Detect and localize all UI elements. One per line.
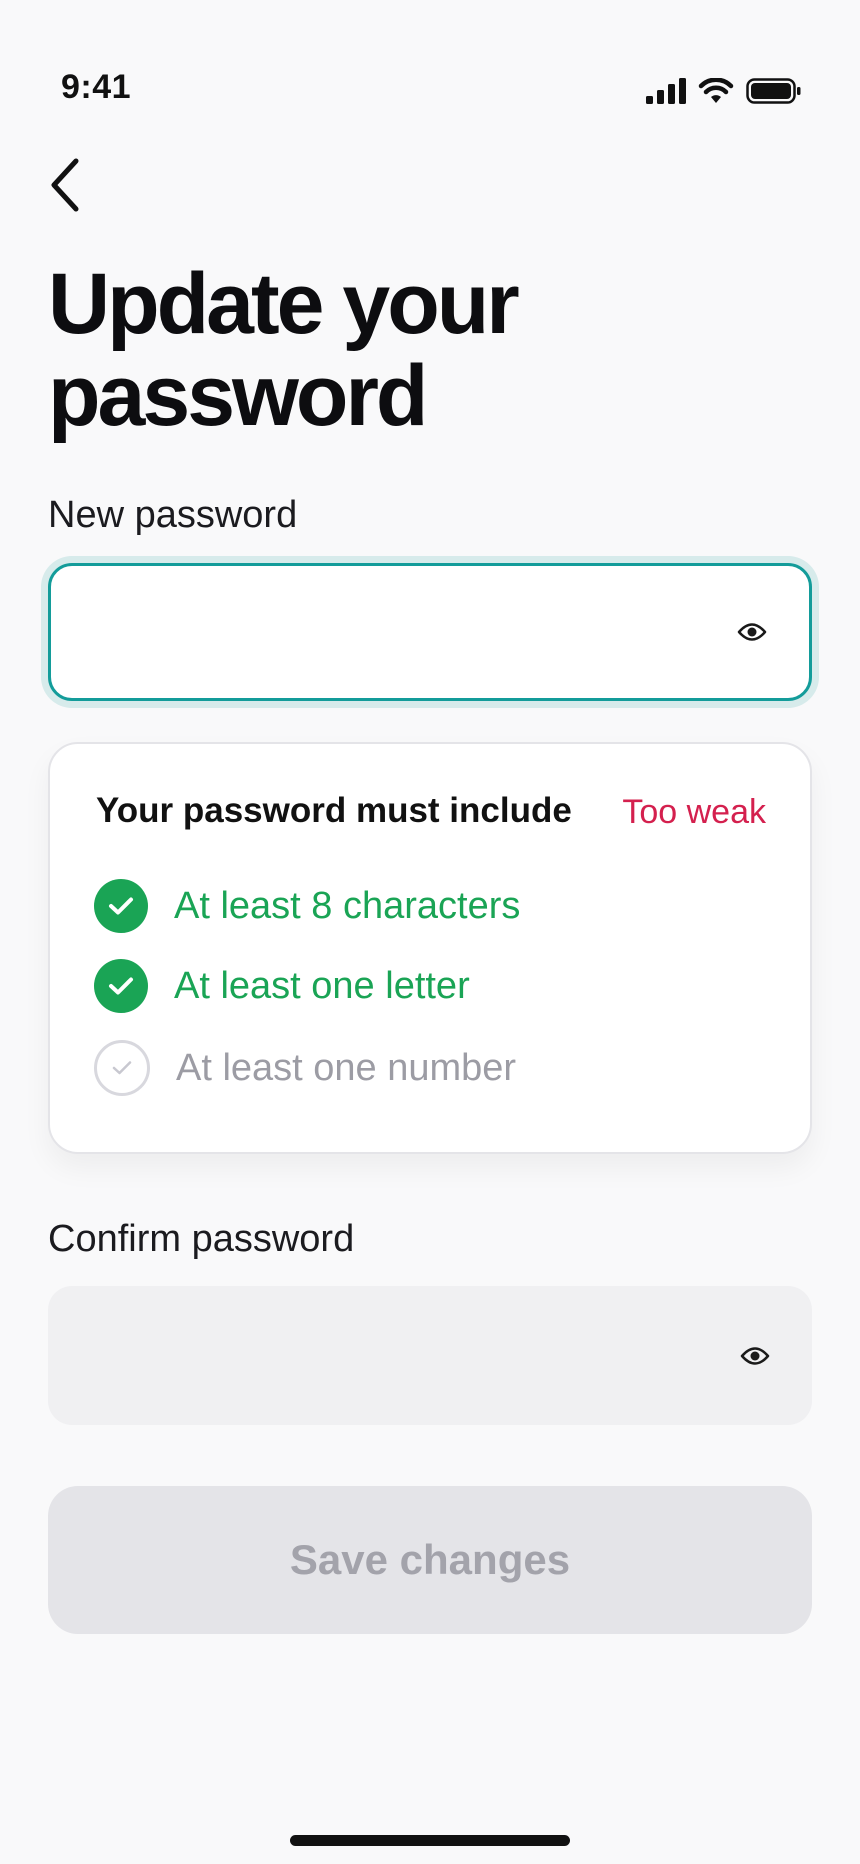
password-strength-label: Too weak [622, 793, 766, 831]
show-password-toggle-icon[interactable] [740, 1345, 770, 1367]
home-indicator [290, 1835, 570, 1846]
status-time: 9:41 [61, 68, 132, 106]
requirements-title: Your password must include [96, 791, 572, 830]
confirm-password-field[interactable] [48, 1286, 812, 1425]
save-changes-button[interactable]: Save changes [48, 1486, 812, 1634]
confirm-password-label: Confirm password [48, 1218, 355, 1260]
page-title: Update your password [48, 256, 520, 444]
chevron-left-icon [51, 158, 79, 212]
wifi-icon [698, 78, 734, 103]
requirement-label: At least one letter [174, 964, 470, 1007]
password-requirements-card: Your password must include Too weak At l… [48, 742, 812, 1154]
requirement-item: At least one number [94, 1040, 516, 1096]
requirement-label: At least one number [176, 1046, 517, 1089]
back-button[interactable] [48, 152, 108, 218]
check-circle-icon [94, 959, 148, 1013]
cellular-signal-icon [646, 78, 686, 104]
check-circle-icon [94, 879, 148, 933]
status-bar: 9:41 [0, 0, 860, 130]
requirement-item: At least one letter [94, 958, 470, 1014]
requirement-item: At least 8 characters [94, 878, 520, 934]
battery-icon [746, 78, 801, 104]
new-password-field[interactable] [48, 563, 812, 701]
show-password-toggle-icon[interactable] [737, 621, 767, 643]
check-circle-outline-icon [94, 1040, 150, 1096]
status-icons [646, 78, 802, 104]
new-password-label: New password [48, 494, 298, 536]
requirement-label: At least 8 characters [174, 884, 521, 927]
